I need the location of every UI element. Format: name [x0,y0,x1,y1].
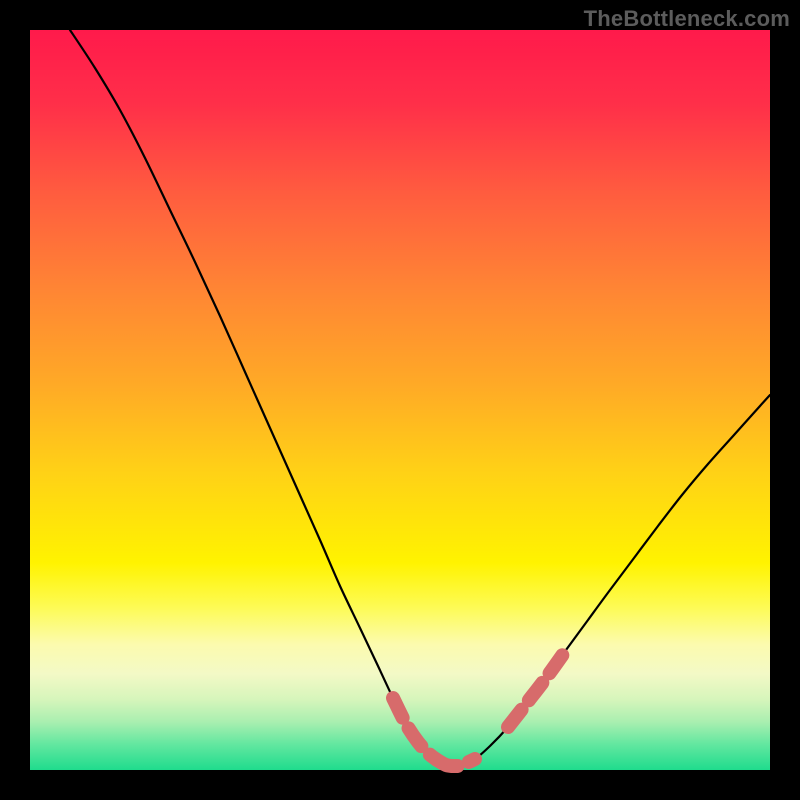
watermark-text: TheBottleneck.com [584,6,790,32]
outer-frame: TheBottleneck.com [0,0,800,800]
bottleneck-curve [70,30,770,766]
curve-layer [30,30,770,770]
highlight-left [393,698,437,760]
highlight-floor [437,759,475,766]
plot-area [30,30,770,770]
highlight-right [508,650,566,727]
